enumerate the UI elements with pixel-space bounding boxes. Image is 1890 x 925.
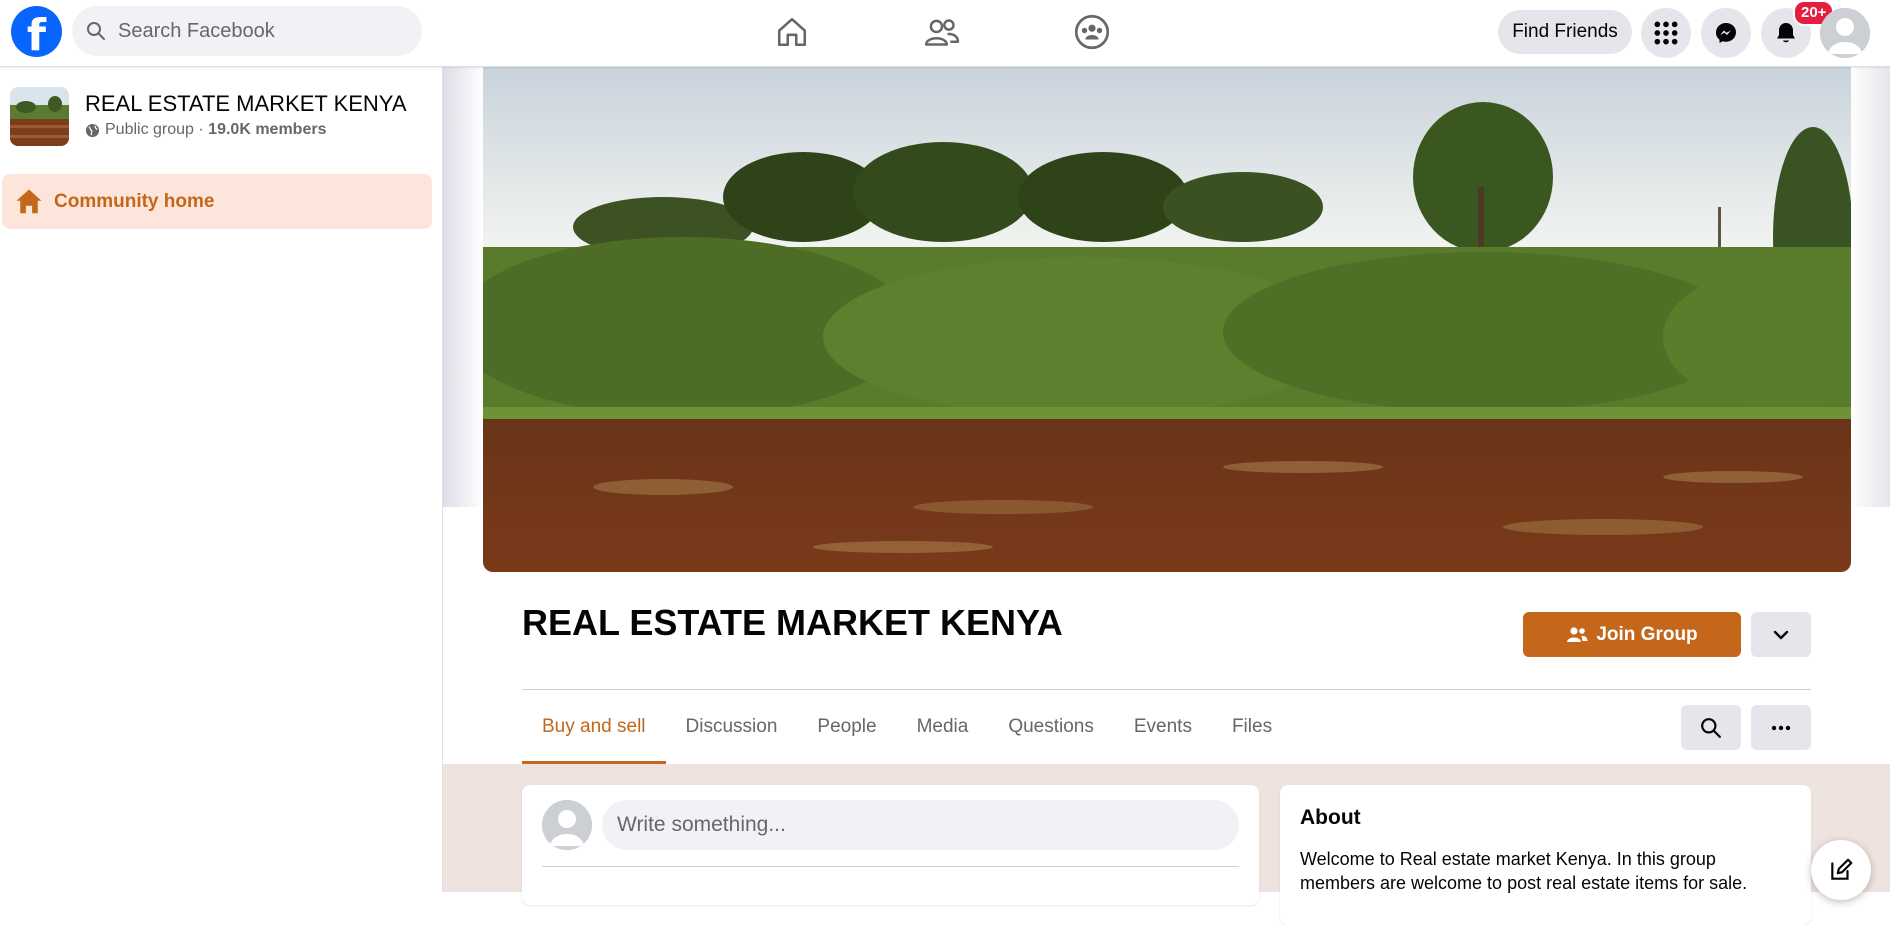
globe-icon — [85, 123, 100, 137]
join-group-button[interactable]: Join Group — [1523, 612, 1741, 657]
cover-landscape-image — [483, 67, 1851, 572]
search-input[interactable] — [116, 18, 400, 44]
join-group-label: Join Group — [1596, 623, 1698, 645]
search-icon — [1701, 717, 1721, 738]
bell-icon — [1777, 23, 1795, 43]
tab-media[interactable]: Media — [897, 690, 989, 764]
more-options-dropdown-button[interactable] — [1751, 612, 1811, 657]
sidebar-item-community-home[interactable]: Community home — [2, 174, 432, 229]
find-friends-button[interactable]: Find Friends — [1498, 10, 1632, 54]
tab-people[interactable]: People — [797, 690, 896, 764]
facebook-logo[interactable]: f — [11, 6, 62, 57]
search-field[interactable] — [72, 6, 422, 56]
group-tabs: Buy and sell Discussion People Media Que… — [522, 690, 1292, 764]
member-count[interactable]: 19.0K members — [208, 121, 326, 139]
user-avatar[interactable] — [542, 800, 592, 850]
tab-questions[interactable]: Questions — [988, 690, 1114, 764]
grid-menu-icon — [1654, 21, 1678, 45]
tab-events[interactable]: Events — [1114, 690, 1212, 764]
group-meta: Public group · 19.0K members — [85, 121, 326, 139]
composer-divider — [542, 866, 1239, 867]
sidebar-item-label: Community home — [54, 190, 215, 212]
home-icon — [777, 17, 807, 47]
top-navigation-bar: f Find Friends — [0, 0, 1890, 67]
group-name[interactable]: REAL ESTATE MARKET KENYA — [85, 91, 407, 117]
people-icon — [1567, 626, 1588, 642]
group-thumbnail[interactable] — [10, 87, 69, 146]
composer-placeholder: Write something... — [617, 813, 786, 836]
group-cover-thumbnail-image — [10, 87, 69, 146]
left-sidebar: REAL ESTATE MARKET KENYA Public group · … — [0, 67, 443, 892]
cover-photo[interactable] — [483, 67, 1851, 572]
group-privacy: Public group — [105, 121, 194, 138]
account-avatar[interactable] — [1820, 8, 1870, 58]
default-avatar-icon — [1820, 8, 1870, 58]
more-dots-icon — [1771, 725, 1791, 730]
home-icon — [16, 189, 42, 213]
cover-right-gradient — [1850, 67, 1890, 507]
about-card: About Welcome to Real estate market Keny… — [1280, 785, 1811, 925]
messenger-icon — [1716, 23, 1736, 43]
about-title: About — [1300, 806, 1361, 829]
tab-discussion[interactable]: Discussion — [666, 690, 798, 764]
more-actions-button[interactable] — [1751, 705, 1811, 750]
write-something-input[interactable]: Write something... — [602, 800, 1239, 850]
friends-icon — [924, 19, 960, 46]
groups-icon — [1074, 14, 1110, 50]
new-message-button[interactable] — [1811, 840, 1871, 900]
tab-buy-and-sell[interactable]: Buy and sell — [522, 690, 666, 764]
search-icon — [87, 22, 105, 40]
meta-separator: · — [193, 121, 209, 138]
cover-left-gradient — [443, 67, 483, 507]
default-avatar-icon — [542, 800, 592, 850]
compose-edit-icon — [1831, 858, 1853, 880]
chevron-down-icon — [1773, 630, 1789, 639]
tab-files[interactable]: Files — [1212, 690, 1292, 764]
main-content: REAL ESTATE MARKET KENYA Join Group Buy … — [443, 67, 1890, 925]
menu-button[interactable] — [1641, 8, 1691, 58]
friends-nav-button[interactable] — [922, 12, 962, 52]
messenger-button[interactable] — [1701, 8, 1751, 58]
groups-nav-button[interactable] — [1072, 12, 1112, 52]
home-nav-button[interactable] — [772, 12, 812, 52]
page-title: REAL ESTATE MARKET KENYA — [522, 602, 1063, 643]
search-group-button[interactable] — [1681, 705, 1741, 750]
about-description: Welcome to Real estate market Kenya. In … — [1300, 849, 1748, 893]
post-composer: Write something... — [522, 785, 1259, 905]
